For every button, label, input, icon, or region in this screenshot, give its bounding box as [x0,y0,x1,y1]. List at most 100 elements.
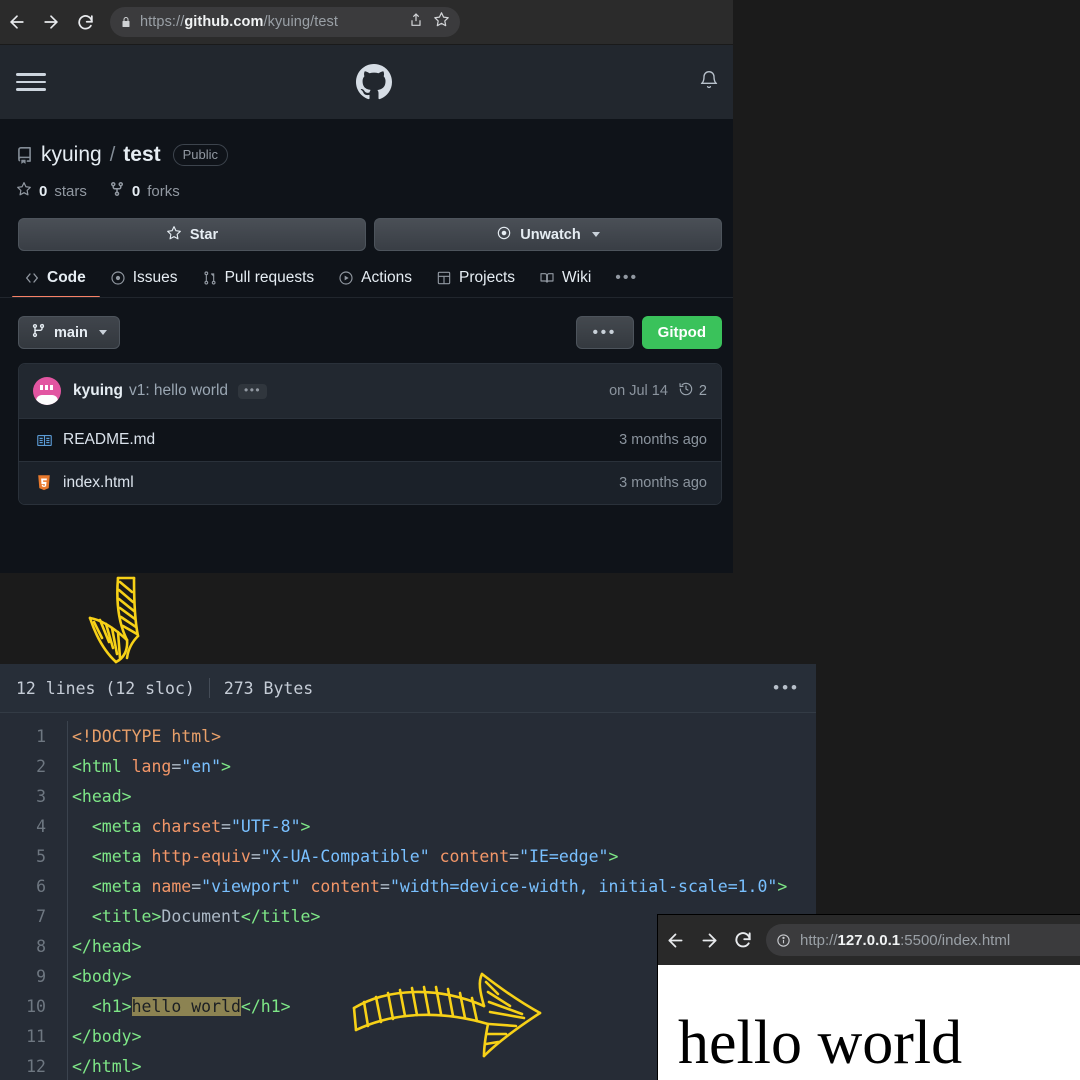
tab-projects[interactable]: Projects [424,269,527,298]
url-bar[interactable]: https://github.com/kyuing/test [110,7,460,37]
bell-icon[interactable] [699,69,719,96]
file-row-index-html[interactable]: index.html 3 months ago [19,461,721,504]
hand-drawn-right-arrow [352,972,542,1058]
reload-icon[interactable] [726,923,760,957]
forks-stat[interactable]: 0 forks [109,181,180,201]
star-icon [166,225,182,245]
file-listing: kyuing v1: hello world ••• on Jul 14 2 R… [18,363,722,505]
line-number: 3 [36,786,46,806]
code-line: 6 <meta name="viewport" content="width=d… [0,871,816,901]
play-icon [338,270,354,286]
forks-count: 0 [131,182,141,200]
line-content[interactable]: </head> [56,937,142,956]
line-number: 12 [26,1056,46,1076]
line-content[interactable]: <meta http-equiv="X-UA-Compatible" conte… [56,847,619,866]
line-number: 11 [26,1026,46,1046]
star-button[interactable]: Star [18,218,366,251]
tab-overflow-menu[interactable]: ••• [603,269,650,298]
line-content[interactable]: <!DOCTYPE html> [56,727,221,746]
forward-arrow-icon[interactable] [34,5,68,39]
tab-code[interactable]: Code [12,269,98,298]
commit-author[interactable]: kyuing [73,382,123,400]
forks-label: forks [147,182,180,200]
line-content[interactable]: </body> [56,1027,142,1046]
repo-name-link[interactable]: test [123,143,160,167]
book-icon [539,270,555,286]
markdown-file-icon [33,432,55,449]
branch-toolbar: main ••• Gitpod [0,298,733,349]
line-content[interactable]: <meta name="viewport" content="width=dev… [56,877,787,896]
git-branch-icon [31,323,46,342]
commit-message[interactable]: v1: hello world [129,382,228,400]
line-number: 4 [36,816,46,836]
tab-wiki[interactable]: Wiki [527,269,603,298]
preview-url-bar[interactable]: http://127.0.0.1:5500/index.html [766,924,1080,956]
code-icon [24,270,40,286]
star-bookmark-icon[interactable] [433,11,450,33]
stars-label: stars [54,182,87,200]
info-icon[interactable] [776,933,791,948]
tab-code-label: Code [47,269,86,286]
hamburger-menu-icon[interactable] [16,73,46,91]
lock-icon [120,15,132,29]
line-number: 10 [26,996,46,1016]
branch-selector[interactable]: main [18,316,120,349]
gutter-divider [67,721,68,1080]
preview-browser-chrome: http://127.0.0.1:5500/index.html [658,915,1080,965]
stars-stat[interactable]: 0 stars [16,181,87,201]
repo-kebab-button[interactable]: ••• [575,316,634,349]
code-lines-label: 12 lines (12 sloc) [16,678,195,698]
line-content[interactable]: </html> [56,1057,142,1076]
commit-expand-button[interactable]: ••• [238,383,268,399]
line-number: 7 [36,906,46,926]
tab-actions-label: Actions [361,269,413,286]
line-content[interactable]: <html lang="en"> [56,757,231,776]
forward-arrow-icon[interactable] [692,923,726,957]
branch-name: main [54,324,88,341]
commit-history[interactable]: 2 [678,381,707,401]
code-size-label: 273 Bytes [223,678,314,698]
github-browser-window: https://github.com/kyuing/test kyuing / … [0,0,733,573]
line-number: 9 [36,966,46,986]
url-text: https://github.com/kyuing/test [140,14,339,30]
github-mark-icon[interactable] [356,64,392,105]
tab-actions[interactable]: Actions [326,269,424,298]
repo-nav-tabs: Code Issues Pull requests Actions Projec… [0,251,733,298]
tab-pull-requests[interactable]: Pull requests [190,269,327,298]
avatar[interactable] [33,377,61,405]
code-line: 4 <meta charset="UTF-8"> [0,811,816,841]
chevron-down-icon [591,232,600,237]
code-kebab-button[interactable]: ••• [773,678,800,698]
github-top-bar [0,45,733,119]
preview-page-content: hello world [658,965,1080,1080]
unwatch-button[interactable]: Unwatch [374,218,722,251]
line-content[interactable]: <h1>hello world</h1> [56,996,291,1016]
repo-title: kyuing / test Public [0,119,733,167]
reload-icon[interactable] [68,5,102,39]
html5-file-icon [33,474,55,492]
eye-icon [496,225,512,245]
visibility-badge: Public [172,144,229,166]
gitpod-button[interactable]: Gitpod [641,316,722,349]
issue-opened-icon [110,270,126,286]
file-name[interactable]: index.html [63,474,134,492]
line-number: 1 [36,726,46,746]
code-line: 3 <head> [0,781,816,811]
localhost-preview-window: http://127.0.0.1:5500/index.html hello w… [658,915,1080,1080]
line-number: 8 [36,936,46,956]
back-arrow-icon[interactable] [0,5,34,39]
repo-owner-link[interactable]: kyuing [41,143,102,167]
share-icon[interactable] [408,12,424,33]
file-name[interactable]: README.md [63,431,155,449]
tab-issues[interactable]: Issues [98,269,190,298]
file-row-readme[interactable]: README.md 3 months ago [19,418,721,461]
code-line: 1 <!DOCTYPE html> [0,721,816,751]
line-content[interactable]: <title>Document</title> [56,907,321,926]
file-time: 3 months ago [619,475,707,491]
git-pull-request-icon [202,270,218,286]
line-number: 2 [36,756,46,776]
history-icon [678,381,694,401]
line-content[interactable]: <meta charset="UTF-8"> [56,817,311,836]
tab-projects-label: Projects [459,269,516,286]
back-arrow-icon[interactable] [658,923,692,957]
